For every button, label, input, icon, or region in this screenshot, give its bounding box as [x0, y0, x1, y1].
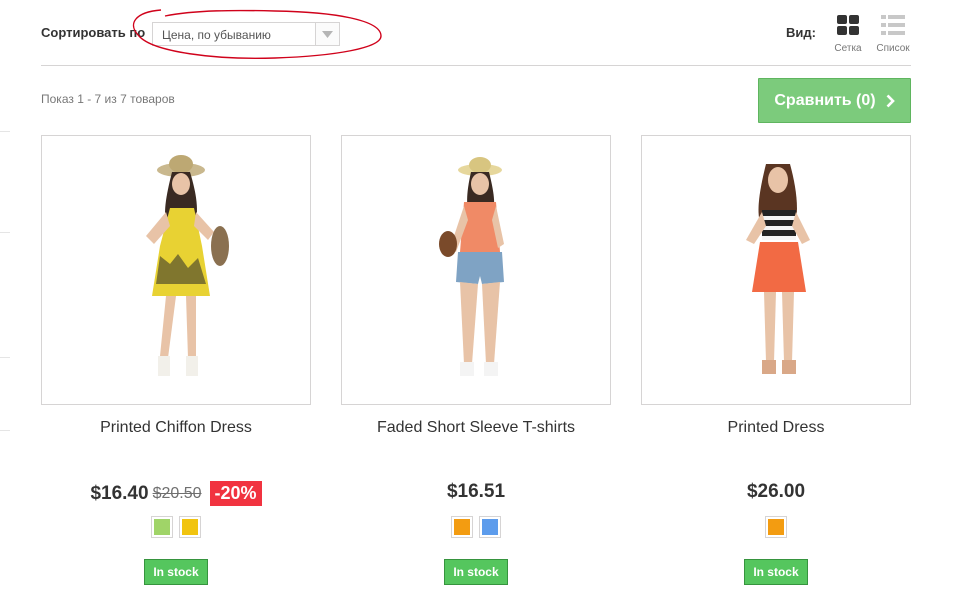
discount-badge: -20%: [209, 481, 262, 506]
price-row: $26.00: [641, 481, 911, 503]
color-swatches: [641, 516, 911, 538]
product-card: Printed Chiffon Dress $16.40 $20.50 -20%…: [41, 135, 311, 585]
chevron-down-icon: [322, 31, 333, 38]
view-list-label: Список: [876, 43, 910, 54]
product-price: $16.40: [90, 482, 149, 504]
stock-badge: In stock: [744, 559, 808, 585]
sort-dropdown-toggle[interactable]: [315, 23, 339, 45]
toolbar-divider: [41, 65, 911, 66]
product-name[interactable]: Printed Chiffon Dress: [41, 419, 311, 437]
sort-selected-value: Цена, по убыванию: [162, 28, 271, 42]
chevron-right-icon: [886, 94, 895, 107]
price-row: $16.51: [341, 481, 611, 503]
color-swatch-green[interactable]: [151, 516, 173, 538]
view-grid-button[interactable]: Сетка: [826, 15, 870, 54]
grid-view-icon: [837, 15, 859, 35]
product-image[interactable]: [641, 135, 911, 405]
product-card: Faded Short Sleeve T-shirts $16.51 In st…: [341, 135, 611, 585]
color-swatch-orange[interactable]: [765, 516, 787, 538]
color-swatch-yellow[interactable]: [179, 516, 201, 538]
view-list-button[interactable]: Список: [871, 15, 915, 54]
product-photo-yellow-dress: [146, 155, 229, 376]
product-price: $26.00: [746, 481, 806, 502]
color-swatch-blue[interactable]: [479, 516, 501, 538]
old-price: $20.50: [152, 484, 202, 502]
price-row: $16.40 $20.50 -20%: [41, 481, 311, 506]
compare-label: Сравнить (0): [774, 91, 876, 109]
page-edge-rule: [0, 131, 10, 132]
sort-label: Сортировать по: [41, 25, 146, 40]
stock-badge: In stock: [444, 559, 508, 585]
product-photo-striped-dress: [746, 164, 810, 374]
sort-select[interactable]: Цена, по убыванию: [152, 22, 340, 46]
page-edge-rule: [0, 430, 10, 431]
product-photo-tshirt-shorts: [439, 157, 504, 376]
color-swatch-orange[interactable]: [451, 516, 473, 538]
product-name[interactable]: Faded Short Sleeve T-shirts: [341, 419, 611, 437]
color-swatches: [41, 516, 311, 538]
product-image[interactable]: [341, 135, 611, 405]
view-grid-label: Сетка: [834, 43, 862, 54]
product-card: Printed Dress $26.00 In stock: [641, 135, 911, 585]
compare-button[interactable]: Сравнить (0): [758, 78, 911, 123]
page-edge-rule: [0, 357, 10, 358]
page-edge-rule: [0, 232, 10, 233]
view-label: Вид:: [786, 25, 816, 40]
product-count: Показ 1 - 7 из 7 товаров: [41, 92, 175, 106]
color-swatches: [341, 516, 611, 538]
list-view-icon: [881, 15, 905, 35]
product-name[interactable]: Printed Dress: [641, 419, 911, 437]
product-image[interactable]: [41, 135, 311, 405]
product-price: $16.51: [446, 481, 506, 502]
stock-badge: In stock: [144, 559, 208, 585]
